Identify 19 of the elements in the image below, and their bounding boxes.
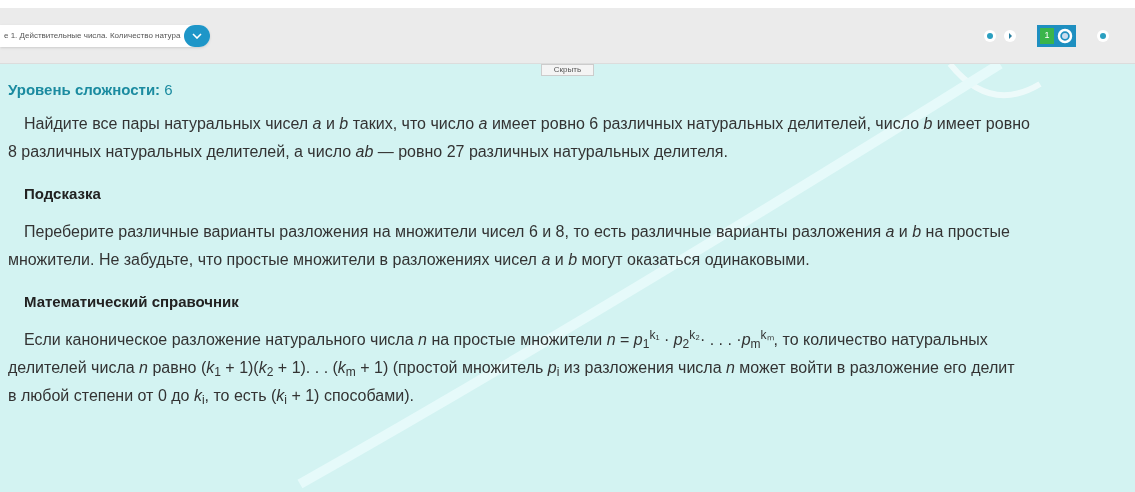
paragraph-line: Найдите все пары натуральных чисел a и b таких, что число a имеет ровно 6 различных натуральных делителей, число b имеет ровно bbox=[23, 113, 1031, 134]
ring-icon bbox=[1057, 27, 1073, 44]
dot-button-icon[interactable] bbox=[983, 28, 997, 43]
dropdown-button[interactable] bbox=[184, 24, 211, 47]
dot-button-icon[interactable] bbox=[1096, 28, 1110, 43]
paragraph-line: Переберите различные варианты разложения на множители чисел 6 и 8, то есть различные варианты разложения a и b на простые bbox=[23, 221, 1011, 242]
paragraph-line: множители. Не забудьте, что простые множители в разложениях чисел a и b могут оказаться одинаковыми. bbox=[8, 249, 811, 270]
section-heading: Подсказка bbox=[23, 183, 102, 204]
paragraph-line: делителей числа n равно (k$_{1}$ + 1)(k$_{2}$ + 1). . . (k$_{m}$ + 1) (простой множитель p$_{i}$ из разложения числа n может войти в разложение его делит bbox=[8, 357, 1016, 381]
chevron-down-icon bbox=[192, 32, 203, 39]
difficulty-label: Уровень сложности: 6 bbox=[8, 80, 174, 100]
hide-button[interactable]: Скрыть bbox=[540, 64, 595, 76]
paragraph-line: Если каноническое разложение натурального числа n на простые множители n = p$_{1}$$^{k₁}$ · p$_{2}$$^{k₂}$· . . . ·p$_{m}$$^{kₘ}$, то количество натуральных bbox=[23, 326, 989, 353]
section-heading: Математический справочник bbox=[23, 291, 240, 312]
breadcrumb-field[interactable]: е 1. Действительные числа. Количество натура bbox=[0, 24, 211, 47]
count-badge: 1 bbox=[1040, 27, 1054, 44]
paragraph-line: в любой степени от 0 до k$_{i}$, то есть (k$_{i}$ + 1) способами). bbox=[8, 385, 415, 409]
paragraph-line: 8 различных натуральных делителей, а число ab — ровно 27 различных натуральных делителя. bbox=[8, 141, 729, 162]
play-icon[interactable] bbox=[1003, 28, 1017, 43]
